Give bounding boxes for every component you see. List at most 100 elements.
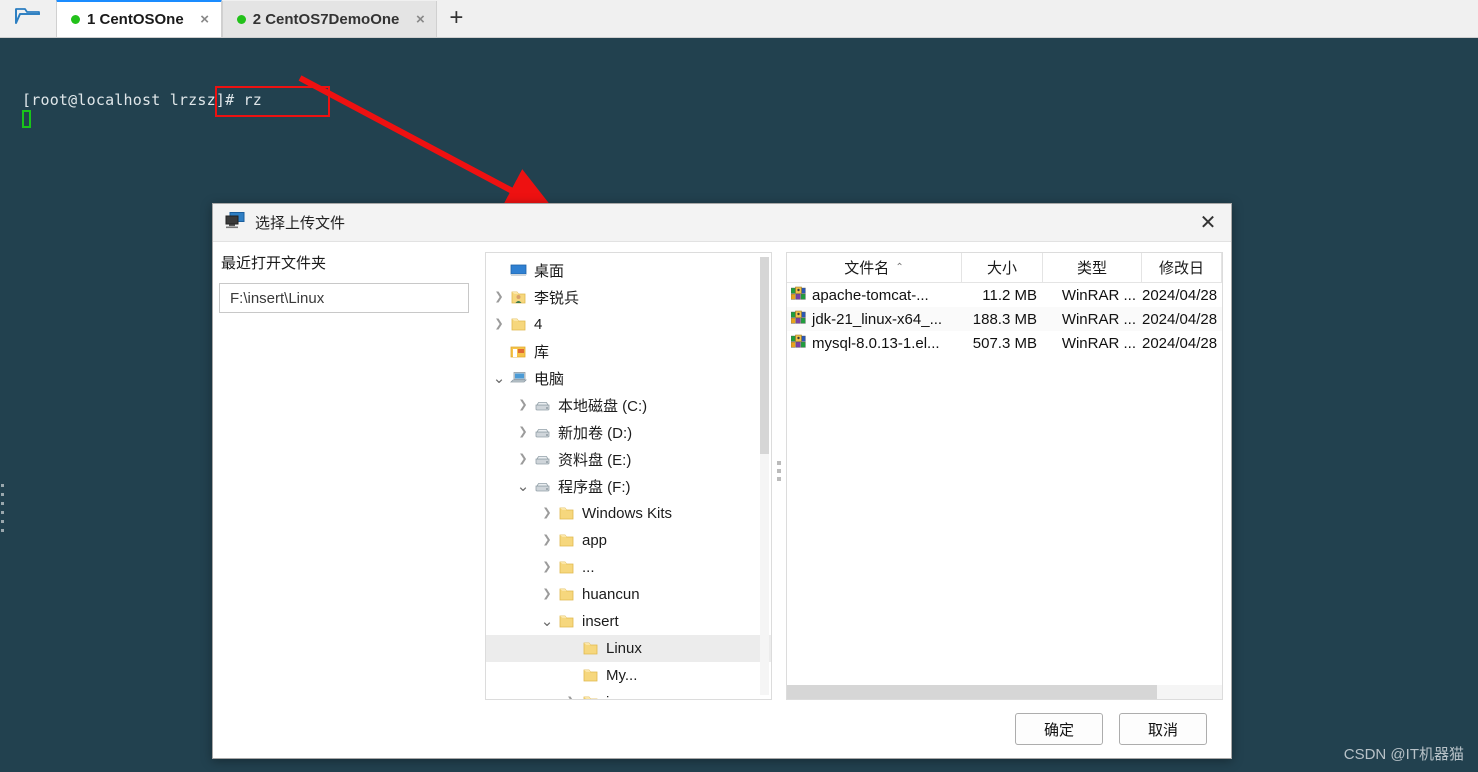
tree-item-label: 资料盘 (E:) (558, 452, 632, 469)
file-name-text: jdk-21_linux-x64_... (812, 310, 943, 328)
file-list-row[interactable]: mysql-8.0.13-1.el... 507.3 MB WinRAR ... 20… (787, 331, 1222, 355)
drive-icon (532, 452, 552, 467)
file-list-column-header[interactable]: 文件名 ⌃ (787, 253, 962, 282)
tree-item[interactable]: ❯ 4 (486, 311, 771, 338)
chevron-right-icon[interactable]: ❯ (514, 400, 532, 411)
file-list-column-header[interactable]: 类型 (1043, 253, 1142, 282)
tab-status-dot (236, 14, 246, 24)
tree-item[interactable]: My... (486, 662, 771, 689)
file-name-cell: mysql-8.0.13-1.el... (787, 334, 962, 353)
dialog-title: 选择上传文件 (255, 215, 346, 232)
pane-splitter[interactable] (772, 242, 786, 700)
chevron-right-icon[interactable]: ❯ (562, 697, 580, 700)
close-icon[interactable]: × (197, 12, 213, 27)
tab-centos7demoone[interactable]: 2 CentOS7DemoOne × (221, 1, 438, 37)
file-list-body[interactable]: apache-tomcat-... 11.2 MB WinRAR ... 2024/0… (787, 283, 1222, 685)
file-date-cell: 2024/04/28 (1142, 286, 1218, 304)
recent-path-field[interactable]: F:\insert\Linux (219, 283, 469, 313)
open-folder-icon (14, 5, 42, 32)
recent-folder-label: 最近打开文件夹 (221, 255, 327, 272)
screen: 1 CentOSOne × 2 CentOS7DemoOne × + [root… (0, 0, 1478, 772)
tree-item[interactable]: ❯ 资料盘 (E:) (486, 446, 771, 473)
tree-item[interactable]: Linux (486, 635, 771, 662)
chevron-down-icon[interactable]: ⌄ (514, 479, 532, 494)
tree-item-label: 新加卷 (D:) (558, 425, 633, 442)
tree-item[interactable]: 库 (486, 338, 771, 365)
user-folder-icon (508, 290, 528, 305)
tree-item-label: ... (582, 559, 595, 576)
tree-item[interactable]: ❯ huancun (486, 581, 771, 608)
chevron-right-icon[interactable]: ❯ (538, 562, 556, 573)
dialog-title-bar[interactable]: 选择上传文件 ✕ (213, 204, 1231, 242)
column-header-label: 大小 (986, 260, 1017, 277)
folder-icon (556, 587, 576, 602)
upload-file-dialog: 选择上传文件 ✕ 最近打开文件夹 F:\insert\Linux 桌面 ❯ 李锐兵 ❯… (212, 203, 1232, 759)
tree-item-label: insert (582, 613, 619, 630)
folder-icon (580, 668, 600, 683)
chevron-down-icon[interactable]: ⌄ (490, 371, 508, 386)
tree-item[interactable]: ❯ app (486, 527, 771, 554)
cancel-button[interactable]: 取消 (1119, 713, 1207, 745)
tree-item[interactable]: ❯ Windows Kits (486, 500, 771, 527)
chevron-right-icon[interactable]: ❯ (514, 454, 532, 465)
tree-item[interactable]: ❯... (486, 554, 771, 581)
tab-label: 1 CentOSOne (87, 11, 184, 28)
file-name-cell: jdk-21_linux-x64_... (787, 310, 962, 329)
file-date-cell: 2024/04/28 (1142, 334, 1218, 352)
tree-item-label: 电脑 (534, 371, 565, 388)
sort-ascending-icon: ⌃ (895, 262, 904, 273)
chevron-right-icon[interactable]: ❯ (538, 535, 556, 546)
file-list-column-header[interactable]: 大小 (962, 253, 1043, 282)
tab-status-dot (71, 15, 80, 24)
close-icon[interactable]: × (412, 12, 428, 27)
column-header-label: 文件名 (844, 260, 890, 277)
tree-item-label: huancun (582, 586, 640, 603)
tree-item[interactable]: ❯ 新加卷 (D:) (486, 419, 771, 446)
dialog-footer: 确定 取消 (213, 700, 1231, 758)
chevron-right-icon[interactable]: ❯ (538, 508, 556, 519)
chevron-placeholder (562, 670, 580, 681)
folder-icon (556, 506, 576, 521)
tree-item-label: Windows Kits (582, 505, 673, 522)
tree-item[interactable]: ❯ 本地磁盘 (C:) (486, 392, 771, 419)
tree-item-label: 李锐兵 (534, 290, 580, 307)
file-list-hscrollbar-thumb[interactable] (787, 685, 1157, 699)
open-folder-button[interactable] (0, 0, 56, 37)
ok-button[interactable]: 确定 (1015, 713, 1103, 745)
file-type-cell: WinRAR ... (1061, 334, 1136, 352)
chevron-right-icon[interactable]: ❯ (514, 427, 532, 438)
file-list-panel: 文件名 ⌃ 大小 类型 修改日 apache-tomcat-... 11.2 MB WinR… (786, 252, 1223, 700)
tree-scrollbar-thumb[interactable] (760, 257, 769, 454)
tab-bar: 1 CentOSOne × 2 CentOS7DemoOne × + (0, 0, 1478, 38)
recent-folder-pane: 最近打开文件夹 F:\insert\Linux (213, 242, 485, 700)
chevron-right-icon[interactable]: ❯ (490, 319, 508, 330)
desktop-icon (508, 263, 528, 278)
library-icon (508, 344, 528, 359)
watermark: CSDN @IT机器猫 (1343, 746, 1464, 763)
drive-icon (532, 425, 552, 440)
chevron-right-icon[interactable]: ❯ (538, 589, 556, 600)
tree-item[interactable]: ❯ java (486, 689, 771, 700)
file-name-cell: apache-tomcat-... (787, 286, 962, 305)
file-list-hscrollbar-track[interactable] (787, 685, 1222, 699)
tree-item[interactable]: 桌面 (486, 257, 771, 284)
tree-item[interactable]: ⌄ insert (486, 608, 771, 635)
chevron-right-icon[interactable]: ❯ (490, 292, 508, 303)
file-list-row[interactable]: jdk-21_linux-x64_... 188.3 MB WinRAR ... 20… (787, 307, 1222, 331)
file-list-column-header[interactable]: 修改日 (1142, 253, 1222, 282)
tree-item-label: 桌面 (534, 263, 565, 280)
file-type-cell: WinRAR ... (1061, 310, 1136, 328)
tree-item-label: java (606, 694, 634, 699)
folder-icon (580, 695, 600, 699)
file-size-cell: 188.3 MB (972, 310, 1037, 328)
tree-item[interactable]: ⌄ 电脑 (486, 365, 771, 392)
folder-tree[interactable]: 桌面 ❯ 李锐兵 ❯ 4 库 ⌄ 电脑 ❯ 本地磁盘 (C:) ❯ 新加卷 (D:) ❯ 资料盘 (E:… (486, 253, 771, 700)
chevron-down-icon[interactable]: ⌄ (538, 614, 556, 629)
tab-centosone[interactable]: 1 CentOSOne × (56, 0, 222, 37)
tree-item[interactable]: ❯ 李锐兵 (486, 284, 771, 311)
file-list-row[interactable]: apache-tomcat-... 11.2 MB WinRAR ... 2024/0… (787, 283, 1222, 307)
tree-item[interactable]: ⌄ 程序盘 (F:) (486, 473, 771, 500)
new-tab-button[interactable]: + (437, 0, 475, 37)
column-header-label: 修改日 (1158, 260, 1204, 277)
close-icon[interactable]: ✕ (1185, 204, 1231, 242)
